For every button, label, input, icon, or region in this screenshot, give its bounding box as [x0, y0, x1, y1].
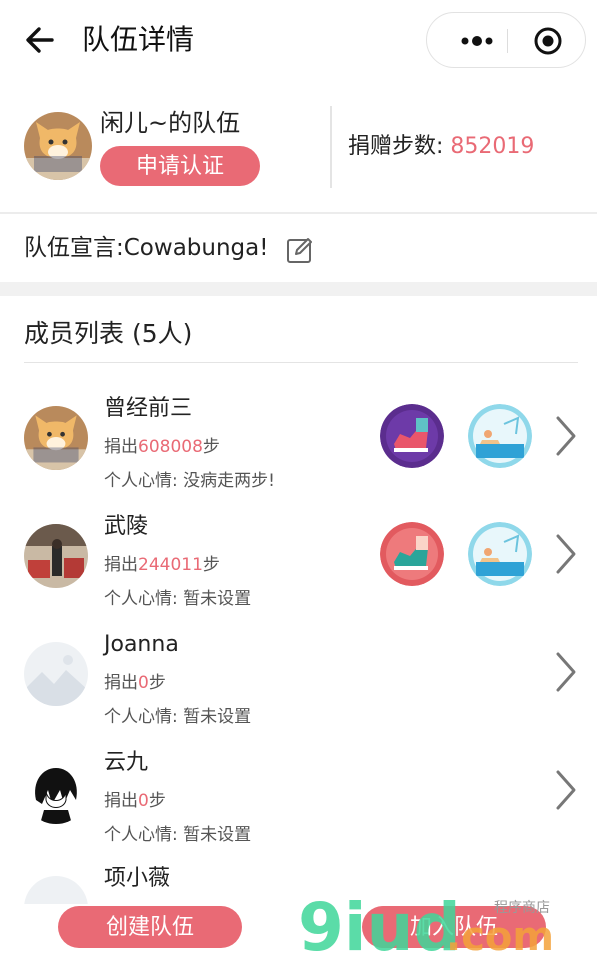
- chevron-right-icon[interactable]: [552, 532, 580, 576]
- member-steps-value: 0: [138, 673, 149, 693]
- member-mood: 个人心情: 暂未设置: [104, 825, 252, 845]
- create-team-button[interactable]: 创建队伍: [58, 906, 242, 948]
- svg-text:程序商店: 程序商店: [494, 900, 550, 916]
- chevron-right-icon[interactable]: [552, 768, 580, 812]
- member-name: 曾经前三: [104, 396, 193, 421]
- member-avatar-placeholder: [24, 876, 88, 904]
- section-gap: [0, 282, 597, 296]
- member-avatar: [24, 406, 88, 470]
- back-arrow-icon[interactable]: [22, 22, 58, 58]
- beach-badge-icon: [468, 404, 532, 468]
- edit-pencil-icon[interactable]: [286, 236, 314, 264]
- header-divider: [330, 106, 332, 188]
- team-declaration: 队伍宣言:Cowabunga!: [24, 235, 269, 261]
- member-list-title: 成员列表 (5人): [24, 319, 193, 348]
- member-mood: 个人心情: 暂未设置: [104, 589, 252, 609]
- member-mood: 个人心情: 没病走两步!: [104, 471, 275, 491]
- member-name: 云九: [104, 750, 149, 775]
- member-row[interactable]: Joanna 捐出0步 个人心情: 暂未设置: [0, 630, 597, 746]
- member-steps: 捐出608008步: [104, 437, 220, 457]
- top-bar: 队伍详情: [0, 0, 597, 84]
- page-title: 队伍详情: [82, 23, 195, 56]
- section-divider: [0, 212, 597, 214]
- apply-verification-button[interactable]: 申请认证: [100, 146, 260, 186]
- list-divider: [24, 362, 578, 363]
- member-row[interactable]: 曾经前三 捐出608008步 个人心情: 没病走两步!: [0, 394, 597, 510]
- member-row[interactable]: 武陵 捐出244011步 个人心情: 暂未设置: [0, 512, 597, 628]
- site-watermark: 9iud .com 程序商店: [298, 889, 554, 958]
- member-name: 武陵: [104, 514, 149, 539]
- member-avatar: [24, 524, 88, 588]
- donated-steps: 捐赠步数: 852019: [348, 130, 534, 164]
- donated-steps-value: 852019: [450, 134, 535, 159]
- svg-text:9iud: 9iud: [298, 889, 461, 958]
- member-steps-value: 0: [138, 791, 149, 811]
- chevron-right-icon[interactable]: [552, 650, 580, 694]
- svg-text:.com: .com: [446, 914, 554, 958]
- walking-shoe-badge-icon: [380, 522, 444, 586]
- more-dots-icon[interactable]: [447, 27, 507, 55]
- mini-program-capsule: [426, 12, 586, 68]
- capsule-divider: [507, 29, 508, 53]
- member-avatar-placeholder: [24, 642, 88, 706]
- member-avatar: [24, 760, 88, 824]
- member-steps-value: 244011: [138, 555, 203, 575]
- member-steps-value: 608008: [138, 437, 203, 457]
- donated-steps-label: 捐赠步数:: [348, 134, 444, 159]
- mini-program-close-icon[interactable]: [532, 25, 564, 57]
- team-avatar: [24, 112, 92, 180]
- team-name: 闲儿~的队伍: [100, 109, 241, 137]
- member-steps: 捐出0步: [104, 673, 166, 693]
- member-name: Joanna: [104, 632, 179, 657]
- member-steps: 捐出244011步: [104, 555, 220, 575]
- member-mood: 个人心情: 暂未设置: [104, 707, 252, 727]
- member-steps: 捐出0步: [104, 791, 166, 811]
- member-row[interactable]: 云九 捐出0步 个人心情: 暂未设置: [0, 748, 597, 864]
- member-name: 项小薇: [104, 866, 171, 891]
- walking-shoe-badge-icon: [380, 404, 444, 468]
- beach-badge-icon: [468, 522, 532, 586]
- chevron-right-icon[interactable]: [552, 414, 580, 458]
